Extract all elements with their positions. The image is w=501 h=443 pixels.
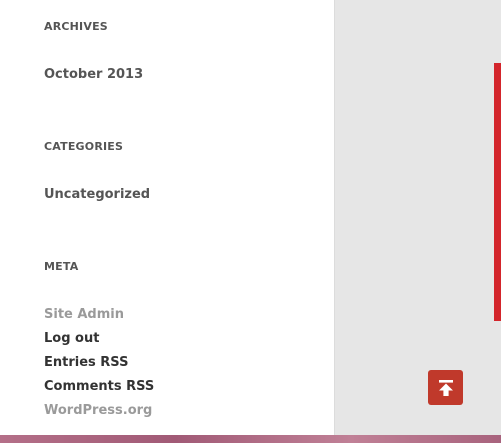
archives-list: October 2013 [44,63,143,87]
meta-widget: META Site Admin Log out Entries RSS Comm… [44,260,154,423]
meta-link-label[interactable]: WordPress.org [44,403,152,418]
scrollbar[interactable] [494,0,501,435]
categories-list: Uncategorized [44,183,150,207]
arrow-up-to-line-icon [438,379,453,396]
archive-link-label[interactable]: October 2013 [44,67,143,82]
meta-list: Site Admin Log out Entries RSS Comments … [44,303,154,423]
sidebar: ARCHIVES October 2013 CATEGORIES Uncateg… [0,0,334,435]
footer-band [0,435,501,443]
meta-link-label[interactable]: Site Admin [44,307,124,322]
meta-link-comments-rss[interactable]: Comments RSS [44,375,154,399]
meta-link-entries-rss[interactable]: Entries RSS [44,351,154,375]
scrollbar-thumb[interactable] [494,63,501,321]
meta-link-label[interactable]: Entries RSS [44,355,128,370]
categories-widget: CATEGORIES Uncategorized [44,140,150,207]
meta-link-label[interactable]: Log out [44,331,99,346]
archives-widget-title: ARCHIVES [44,20,108,33]
back-to-top-button[interactable] [428,370,463,405]
meta-link-log-out[interactable]: Log out [44,327,154,351]
category-link-uncategorized[interactable]: Uncategorized [44,183,150,207]
main-content-area [334,0,501,435]
category-link-label[interactable]: Uncategorized [44,187,150,202]
archive-link-october-2013[interactable]: October 2013 [44,63,143,87]
meta-link-wordpress-org[interactable]: WordPress.org [44,399,154,423]
meta-link-site-admin[interactable]: Site Admin [44,303,154,327]
meta-link-label[interactable]: Comments RSS [44,379,154,394]
archives-widget: ARCHIVES October 2013 [44,20,143,87]
page: ARCHIVES October 2013 CATEGORIES Uncateg… [0,0,501,443]
meta-widget-title: META [44,260,79,273]
categories-widget-title: CATEGORIES [44,140,124,153]
